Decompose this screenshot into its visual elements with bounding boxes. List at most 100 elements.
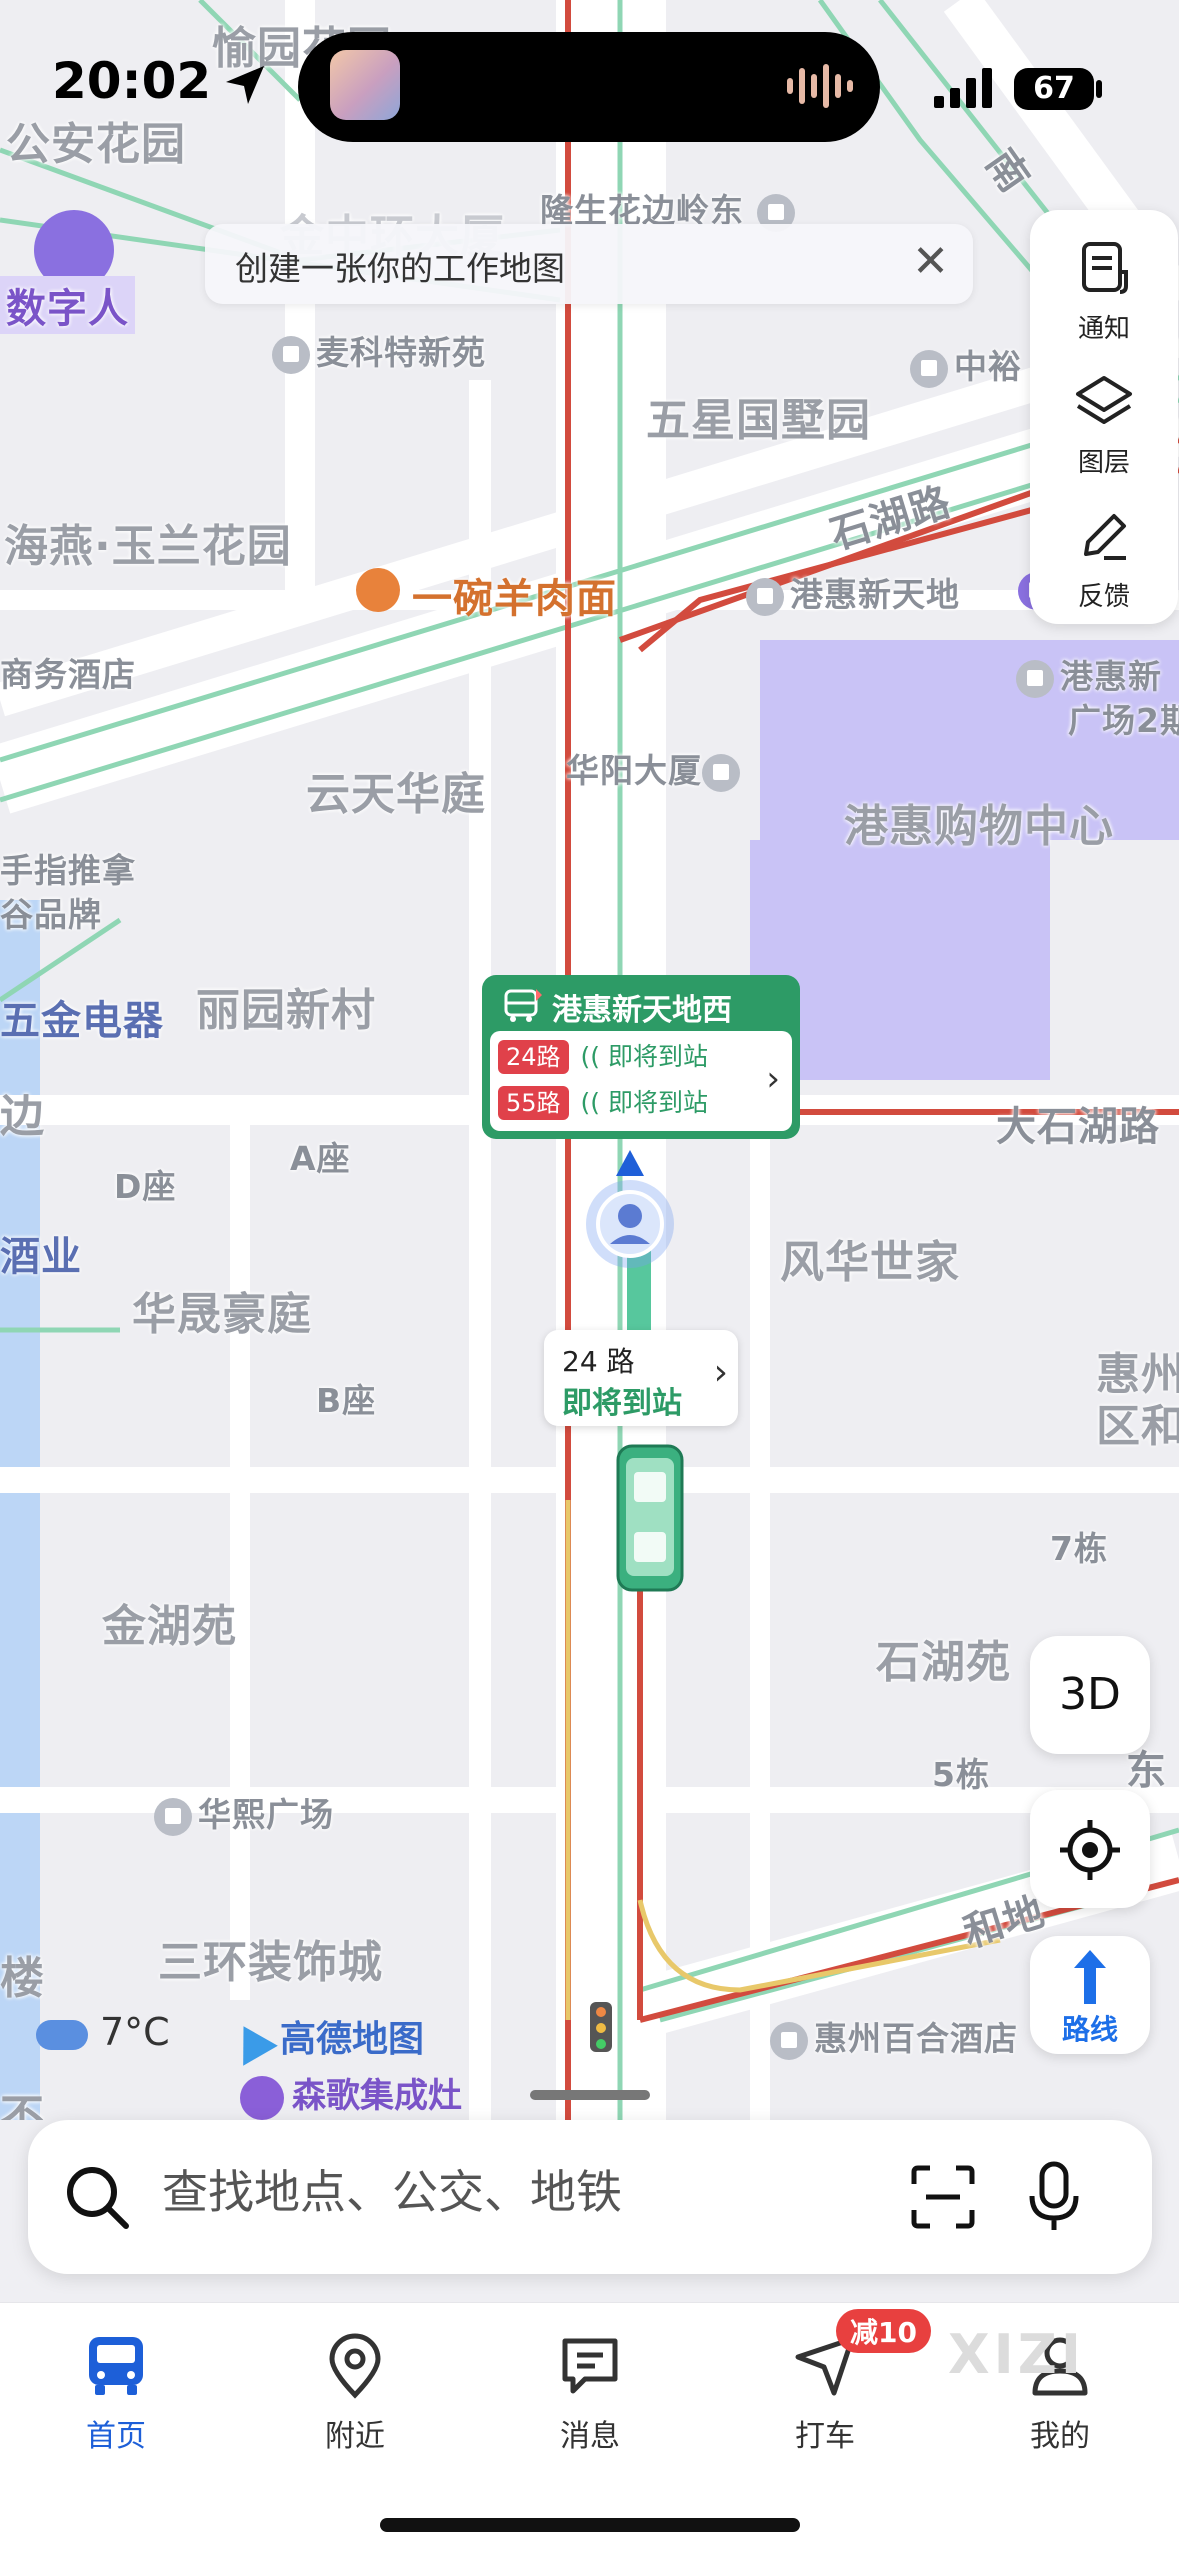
edit-pencil-icon	[1084, 514, 1126, 560]
layers-button[interactable]: 图层	[1030, 354, 1178, 484]
map-label: 港惠新天地	[746, 568, 960, 616]
layers-icon	[1076, 376, 1132, 424]
discount-badge: 减10	[836, 2309, 931, 2353]
map-label: 金湖苑	[102, 1601, 237, 1652]
map-label: 区和	[1096, 1401, 1179, 1452]
bus-stop-icon	[504, 989, 542, 1022]
sheet-drag-handle[interactable]	[530, 2090, 650, 2100]
message-icon	[562, 2338, 618, 2394]
notify-button[interactable]: 通知	[1030, 220, 1178, 350]
chevron-right-icon: ›	[766, 1059, 780, 1099]
route-status: 即将到站	[562, 1386, 682, 1421]
tab-nearby-label: 附近	[325, 2419, 385, 2454]
ad-poi-label: 森歌集成灶	[292, 2076, 462, 2116]
scan-icon[interactable]	[908, 2162, 978, 2232]
map-label: 商务酒店	[0, 655, 136, 694]
map-label: 惠州百合酒店	[770, 2012, 1018, 2060]
search-input[interactable]	[160, 2164, 884, 2220]
locate-me-button[interactable]	[1030, 1790, 1150, 1908]
map-label: 楼	[0, 1953, 45, 2004]
ad-poi[interactable]: 森歌集成灶	[240, 2068, 462, 2120]
poi-pin-icon	[702, 753, 740, 792]
map-label: 丽园新村	[196, 985, 376, 1036]
crosshair-icon	[1060, 1820, 1120, 1880]
tab-home-label: 首页	[86, 2419, 146, 2454]
feedback-label: 反馈	[1077, 582, 1130, 612]
audio-wave-icon	[787, 64, 853, 108]
map-label: 谷品牌	[0, 895, 102, 934]
map-label: 公安花园	[6, 119, 186, 170]
route-badge: 24路	[498, 1040, 569, 1074]
poi-pin-icon	[272, 335, 310, 374]
search-bar[interactable]	[28, 2120, 1152, 2274]
location-pin-icon	[329, 2333, 381, 2399]
chevron-right-icon: ›	[713, 1352, 728, 1393]
home-indicator[interactable]	[380, 2518, 800, 2532]
poi-pin-icon	[154, 1797, 192, 1836]
map-label: 华晟豪庭	[132, 1289, 312, 1340]
status-time: 20:02	[52, 52, 212, 110]
close-icon[interactable]: ✕	[912, 236, 949, 287]
map-label: 中裕	[910, 340, 1022, 388]
tab-home[interactable]: 首页	[36, 2333, 196, 2455]
banner-text: 创建一张你的工作地图	[235, 249, 565, 288]
tab-messages[interactable]: 消息	[510, 2333, 670, 2455]
bus-route-chip[interactable]: 24 路 即将到站 ›	[544, 1330, 738, 1426]
work-map-banner[interactable]: 创建一张你的工作地图 ✕	[205, 224, 973, 304]
digital-human-label[interactable]: 数字人	[0, 276, 135, 334]
music-artwork-thumbnail[interactable]	[330, 50, 400, 120]
road-label: 大石湖路	[996, 1104, 1160, 1150]
3d-label: 3D	[1059, 1669, 1121, 1720]
map-tools-panel: 通知 图层 反馈	[1030, 210, 1178, 624]
weather-widget[interactable]: 7°C	[36, 2010, 170, 2054]
feedback-button[interactable]: 反馈	[1030, 488, 1178, 618]
arrival-status: 即将到站	[608, 1042, 709, 1071]
map-label: A座	[290, 1139, 351, 1178]
arrival-row: 55路 (( 即将到站	[498, 1083, 708, 1123]
map-label: 华阳大厦	[566, 744, 746, 792]
restaurant-poi[interactable]: 一碗羊肉面	[356, 566, 617, 624]
map-label: 麦科特新苑	[272, 326, 486, 374]
layers-label: 图层	[1077, 448, 1130, 478]
bus-vehicle-icon[interactable]	[612, 1432, 688, 1592]
map-label: 酒业	[0, 1234, 82, 1280]
3d-toggle-button[interactable]: 3D	[1030, 1636, 1150, 1754]
location-arrow-icon	[226, 66, 264, 104]
shop-icon	[240, 2075, 284, 2120]
tab-nearby[interactable]: 附近	[275, 2333, 435, 2455]
amap-logo-text: 高德地图	[280, 2019, 425, 2060]
user-location-marker[interactable]	[580, 1148, 680, 1278]
watermark: XIZI	[948, 2323, 1085, 2386]
bus-station-card[interactable]: 港惠新天地西 24路 (( 即将到站 55路 (( 即将到站 ›	[482, 975, 800, 1139]
map-label: 不	[0, 2091, 45, 2120]
map-label: 7栋	[1050, 1529, 1108, 1568]
map-label: D座	[114, 1167, 177, 1206]
route-label: 路线	[1061, 2013, 1118, 2046]
amap-logo-icon	[226, 2016, 278, 2066]
route-planner-button[interactable]: 路线	[1030, 1936, 1150, 2054]
temperature: 7°C	[100, 2010, 170, 2054]
bus-home-icon	[89, 2337, 143, 2395]
arrival-row: 24路 (( 即将到站	[498, 1037, 708, 1077]
battery-cap	[1096, 80, 1102, 98]
map-label: 边	[0, 1091, 45, 1142]
microphone-icon[interactable]	[1024, 2160, 1084, 2234]
route-arrow-icon	[1074, 1950, 1106, 2004]
notice-icon	[1082, 242, 1128, 294]
station-name: 港惠新天地西	[552, 993, 732, 1028]
tab-messages-label: 消息	[560, 2419, 620, 2454]
search-icon	[67, 2167, 129, 2229]
map-label: 5栋	[932, 1755, 990, 1794]
signal-icon: ((	[580, 1042, 609, 1071]
hotel-icon	[770, 2021, 808, 2060]
map-label: 三环装饰城	[158, 1937, 383, 1988]
map-label: 海燕·玉兰花园	[4, 521, 292, 572]
map-label: B座	[316, 1381, 377, 1420]
restaurant-icon	[356, 568, 400, 612]
battery-indicator: 67	[1014, 68, 1094, 110]
map-label: 广场2期	[1068, 701, 1179, 740]
map-label: 华熙广场	[154, 1788, 334, 1836]
map-label: 云天华庭	[306, 769, 486, 820]
poi-pin-icon	[746, 577, 784, 616]
map-label: 五金电器	[0, 998, 164, 1044]
